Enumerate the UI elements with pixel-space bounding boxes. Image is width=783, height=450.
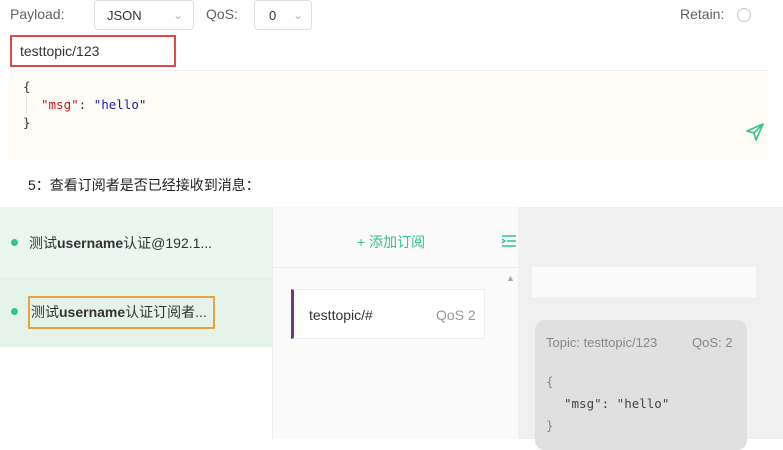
payload-line-open: { [546, 374, 554, 389]
code-line-body: "msg": "hello" [26, 96, 146, 114]
topic-input-value: testtopic/123 [20, 43, 100, 59]
qos-select[interactable]: 0 ⌄ [254, 0, 312, 30]
connection-item[interactable]: 测试username认证@192.1... [0, 207, 272, 277]
payload-editor[interactable]: { "msg": "hello" } [8, 72, 768, 160]
topic-input[interactable]: testtopic/123 [10, 35, 176, 67]
message-topic: Topic: testtopic/123 [546, 335, 658, 350]
add-subscription-button[interactable]: + 添加订阅 [357, 232, 425, 252]
collapse-list-icon[interactable] [501, 233, 517, 249]
code-colon: : [78, 97, 94, 112]
payload-format-select[interactable]: JSON ⌄ [94, 0, 194, 30]
divider [273, 267, 518, 268]
chevron-down-icon: ⌄ [172, 8, 183, 22]
connection-name: 测试username认证订阅者... [28, 296, 215, 329]
payload-label: Payload: [10, 6, 65, 22]
message-payload: { "msg": "hello" } [546, 371, 669, 437]
connection-name: 测试username认证@192.1... [29, 235, 213, 251]
send-icon[interactable] [745, 122, 765, 142]
subscription-topic: testtopic/# [309, 307, 373, 323]
messages-panel: Topic: testtopic/123 QoS: 2 { "msg": "he… [518, 207, 783, 450]
connections-panel: 测试username认证@192.1... 测试username认证订阅者... [0, 207, 272, 439]
payload-line-body: "msg": "hello" [564, 396, 670, 411]
connection-item-selected[interactable]: 测试username认证订阅者... [0, 277, 272, 347]
status-dot [11, 239, 18, 246]
step-caption: 5：查看订阅者是否已经接收到消息： [28, 177, 260, 193]
code-key: "msg" [41, 97, 79, 112]
code-line-open: { [23, 79, 31, 94]
subscriptions-panel: + 添加订阅 ▲ testtopic/# QoS 2 [272, 207, 519, 439]
message-filter-bar[interactable] [532, 267, 756, 297]
chevron-down-icon: ⌄ [292, 8, 303, 22]
payload-code: { "msg": "hello" } [23, 78, 146, 132]
payload-format-value: JSON [107, 7, 142, 23]
payload-line-close: } [546, 418, 554, 433]
retain-label: Retain: [680, 6, 725, 22]
divider [10, 70, 767, 71]
received-message: Topic: testtopic/123 QoS: 2 { "msg": "he… [535, 320, 747, 450]
code-value: "hello" [93, 97, 147, 112]
message-qos: QoS: 2 [692, 335, 733, 350]
code-line-close: } [23, 115, 31, 130]
retain-toggle[interactable] [737, 8, 751, 22]
scrollbar-up-arrow[interactable]: ▲ [506, 273, 515, 283]
publish-panel: Payload: JSON ⌄ QoS: 0 ⌄ Retain: testtop… [0, 0, 783, 160]
status-dot [11, 308, 18, 315]
subscription-qos: QoS 2 [436, 307, 476, 323]
qos-label: QoS: [206, 6, 238, 22]
subscription-item[interactable]: testtopic/# QoS 2 [291, 289, 485, 339]
qos-value: 0 [269, 7, 277, 23]
